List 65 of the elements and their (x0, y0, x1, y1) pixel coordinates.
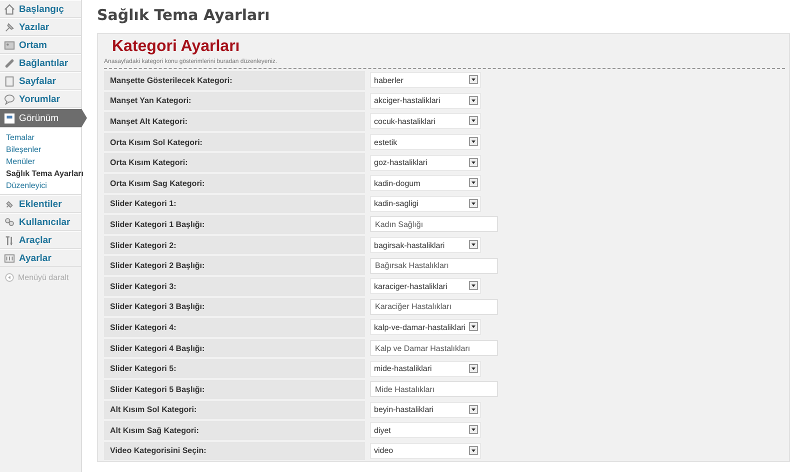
sidebar-menu-item[interactable]: Ortam (0, 36, 81, 54)
row-label-cell: Slider Kategori 4: (104, 318, 365, 337)
category-dropdown[interactable]: video (370, 442, 481, 459)
row-label-cell: Manşet Alt Kategori: (104, 112, 365, 131)
sidebar-menu-item[interactable]: Bağlantılar (0, 54, 81, 72)
sidebar-menu-item[interactable]: Görünüm (0, 108, 87, 128)
sidebar-menu-item[interactable]: Yazılar (0, 18, 81, 36)
category-dropdown[interactable]: estetik (370, 134, 481, 150)
row-label-cell: Slider Kategori 2: (104, 236, 365, 254)
submenu-item[interactable]: Menüler (0, 155, 81, 167)
row-label-cell: Orta Kısım Kategori: (104, 153, 365, 172)
category-dropdown[interactable]: cocuk-hastaliklari (370, 113, 481, 130)
category-dropdown[interactable]: akciger-hastaliklari (370, 92, 481, 109)
sidebar-menu-item[interactable]: Ayarlar (0, 249, 81, 267)
row-label-cell: Slider Kategori 1: (104, 194, 365, 214)
category-dropdown[interactable]: haberler (370, 72, 481, 88)
row-label-cell: Video Kategorisini Seçin: (104, 442, 365, 460)
submenu-item[interactable]: Temalar (0, 131, 81, 143)
category-dropdown[interactable]: mide-hastaliklari (370, 360, 481, 377)
section-title: Kategori Ayarları (112, 38, 240, 56)
row-label-cell: Orta Kısım Sol Kategori: (104, 132, 365, 152)
category-dropdown[interactable]: goz-hastaliklari (370, 154, 481, 171)
row-label-cell: Manşet Yan Kategori: (104, 92, 365, 110)
row-label-cell: Slider Kategori 2 Başlığı: (104, 256, 365, 275)
category-dropdown[interactable]: bagirsak-hastaliklari (370, 237, 481, 254)
submenu-item[interactable]: Sağlık Tema Ayarları (0, 167, 81, 179)
sidebar-menu-item[interactable]: Kullanıcılar (0, 213, 81, 231)
page-icon (4, 76, 15, 86)
title-input-field[interactable]: Bağırsak Hastalıkları (370, 258, 498, 274)
category-dropdown[interactable]: kadin-dogum (370, 175, 481, 192)
category-dropdown[interactable]: diyet (370, 422, 481, 438)
row-label-cell: Alt Kısım Sol Kategori: (104, 400, 365, 420)
layout-icon (4, 112, 15, 124)
title-input-field[interactable]: Kadın Sağlığı (370, 216, 498, 232)
category-dropdown[interactable]: kadin-sagligi (370, 196, 481, 212)
sidebar-menu-item[interactable]: Başlangıç (0, 0, 81, 18)
left-arrow-circle-icon (5, 273, 14, 282)
speech-bubble-icon (4, 94, 15, 104)
row-label-cell: Orta Kısım Sag Kategori: (104, 174, 365, 193)
photo-icon (4, 40, 15, 50)
row-label-cell: Slider Kategori 1 Başlığı: (104, 215, 365, 234)
row-label-cell: Slider Kategori 3: (104, 276, 365, 296)
tools-icon (4, 234, 15, 246)
sidebar-menu-item[interactable]: Sayfalar (0, 72, 81, 90)
submenu-item[interactable]: Düzenleyici (0, 179, 81, 191)
submenu-item[interactable]: Bileşenler (0, 143, 81, 155)
row-label-cell: Slider Kategori 5: (104, 359, 365, 378)
title-input-field[interactable]: Kalp ve Damar Hastalıkları (370, 340, 498, 356)
people-icon (4, 216, 15, 228)
sidebar-menu-item[interactable]: Araçlar (0, 231, 81, 249)
sidebar-menu-item[interactable]: Eklentiler (0, 195, 81, 213)
category-dropdown[interactable]: kalp-ve-damar-hastaliklari (370, 319, 481, 336)
pin-icon (4, 22, 15, 32)
row-label-cell: Slider Kategori 4 Başlığı: (104, 338, 365, 358)
title-input-field[interactable]: Karaciğer Hastalıkları (370, 298, 498, 315)
row-label-cell: Alt Kısım Sağ Kategori: (104, 421, 365, 440)
row-label-cell: Slider Kategori 3 Başlığı: (104, 298, 365, 316)
house-icon (4, 4, 15, 14)
title-input-field[interactable]: Mide Hastalıkları (370, 381, 498, 398)
sliders-icon (4, 252, 15, 264)
page-title: Sağlık Tema Ayarları (97, 6, 270, 24)
row-label-cell: Slider Kategori 5 Başlığı: (104, 380, 365, 398)
category-dropdown[interactable]: beyin-hastaliklari (370, 402, 481, 418)
category-dropdown[interactable]: karaciger-hastaliklari (370, 278, 481, 294)
row-label-cell: Manşette Gösterilecek Kategori: (104, 71, 365, 90)
